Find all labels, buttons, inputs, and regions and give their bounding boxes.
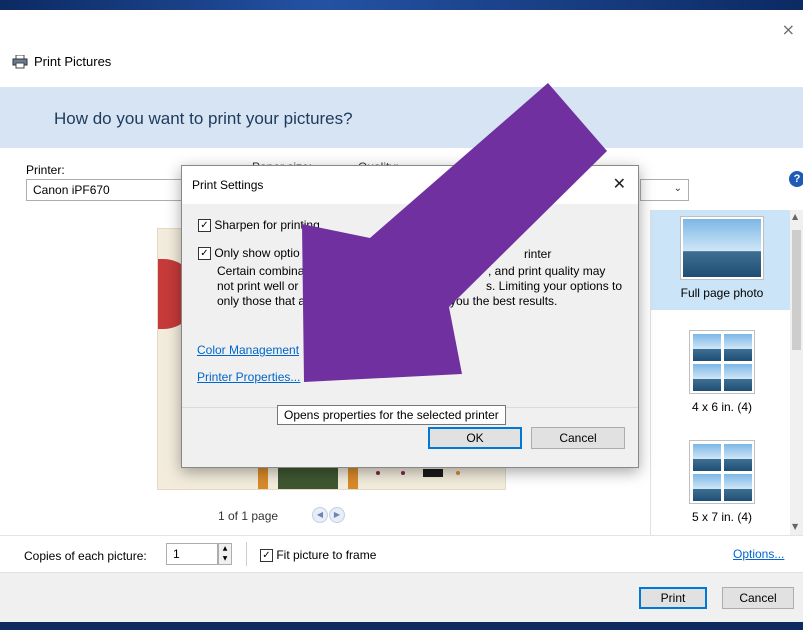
- layout-label: Full page photo: [680, 286, 764, 300]
- banner-heading: How do you want to print your pictures?: [54, 109, 353, 128]
- previous-page-button[interactable]: ◀: [312, 507, 328, 523]
- description-line: not print well or: [217, 279, 299, 293]
- copies-stepper[interactable]: ▲ ▼: [218, 543, 232, 565]
- page-counter: 1 of 1 page: [218, 509, 279, 523]
- fit-picture-checkbox[interactable]: ✓ Fit picture to frame: [260, 548, 377, 563]
- desktop-background-bottom: [0, 622, 803, 630]
- only-show-label-b: hat a: [336, 247, 363, 261]
- desktop-background-top: [0, 0, 803, 10]
- printer-select[interactable]: Canon iPF670: [26, 179, 186, 201]
- printer-properties-link[interactable]: Printer Properties...: [197, 370, 300, 384]
- layout-thumbnail: [689, 440, 755, 504]
- divider: [0, 535, 803, 536]
- copies-value: 1: [173, 547, 180, 561]
- window-title: Print Pictures: [34, 54, 112, 69]
- color-management-link[interactable]: Color Management: [197, 343, 299, 357]
- printer-icon: [12, 54, 28, 68]
- scroll-down-icon[interactable]: ▼: [792, 522, 798, 531]
- footer-bar: Print Cancel: [0, 572, 803, 622]
- layout-4x6[interactable]: 4 x 6 in. (4): [651, 324, 793, 416]
- layout-scrollbar[interactable]: ▲ ▼: [790, 210, 803, 535]
- chevron-down-icon: ⌄: [673, 183, 682, 194]
- sharpen-checkbox[interactable]: ✓ Sharpen for printing: [198, 218, 320, 233]
- layout-thumbnail: [680, 216, 764, 280]
- only-show-label-c: rinter: [524, 247, 552, 261]
- dialog-cancel-button[interactable]: Cancel: [531, 427, 625, 449]
- layout-list: Full page photo 4 x 6 in. (4) 5 x 7 in. …: [650, 210, 803, 535]
- print-button[interactable]: Print: [639, 587, 707, 609]
- copies-input[interactable]: 1: [166, 543, 218, 565]
- description-line: you the best results.: [450, 294, 558, 308]
- layout-label: 5 x 7 in. (4): [691, 510, 753, 524]
- stepper-down-icon[interactable]: ▼: [219, 554, 231, 564]
- layout-full-page-photo[interactable]: Full page photo: [651, 210, 793, 310]
- close-icon[interactable]: ✕: [613, 174, 626, 193]
- type-select[interactable]: ⌄: [640, 179, 689, 201]
- help-icon[interactable]: ?: [789, 171, 803, 187]
- printer-label: Printer:: [26, 163, 65, 177]
- cancel-button[interactable]: Cancel: [722, 587, 794, 609]
- window-close-button[interactable]: ×: [782, 20, 795, 39]
- ok-button[interactable]: OK: [428, 427, 522, 449]
- scrollbar-thumb[interactable]: [792, 230, 801, 350]
- only-show-label-a: Only show optio: [214, 246, 300, 260]
- description-line: s. Limiting your options to: [486, 279, 623, 293]
- only-show-compatible-checkbox[interactable]: ✓ Only show optio: [198, 246, 300, 261]
- preview-art-detail: [348, 467, 358, 489]
- layout-5x7[interactable]: 5 x 7 in. (4): [651, 434, 793, 534]
- window-title-bar: Print Pictures: [12, 54, 111, 69]
- copies-label: Copies of each picture:: [24, 549, 147, 563]
- stepper-up-icon[interactable]: ▲: [219, 544, 231, 554]
- dialog-title-bar: Print Settings ✕: [182, 166, 638, 204]
- description-line: only those that a: [217, 294, 306, 308]
- checkmark-icon: ✓: [260, 549, 273, 563]
- layout-label: 4 x 6 in. (4): [691, 400, 753, 414]
- layout-thumbnail: [689, 330, 755, 394]
- divider: [246, 542, 247, 566]
- preview-art-dots: [376, 469, 460, 477]
- description-line: Certain combina: [217, 264, 305, 278]
- next-page-button[interactable]: ▶: [329, 507, 345, 523]
- checkmark-icon: ✓: [198, 247, 211, 261]
- description-line: , and print quality may: [488, 264, 606, 278]
- fit-picture-label: Fit picture to frame: [276, 548, 377, 562]
- dialog-title: Print Settings: [192, 178, 264, 192]
- compatibility-description-cont: , and print quality may s. Limiting your…: [450, 264, 623, 309]
- sharpen-label: Sharpen for printing: [214, 218, 320, 232]
- printer-properties-tooltip: Opens properties for the selected printe…: [277, 405, 506, 425]
- checkmark-icon: ✓: [198, 219, 211, 233]
- options-link[interactable]: Options...: [733, 547, 784, 561]
- printer-select-value: Canon iPF670: [33, 183, 110, 197]
- header-banner: How do you want to print your pictures?: [0, 87, 803, 148]
- preview-art-detail: [258, 467, 268, 489]
- compatibility-description: Certain combina not print well or only t…: [217, 264, 305, 309]
- scroll-up-icon[interactable]: ▲: [792, 212, 798, 221]
